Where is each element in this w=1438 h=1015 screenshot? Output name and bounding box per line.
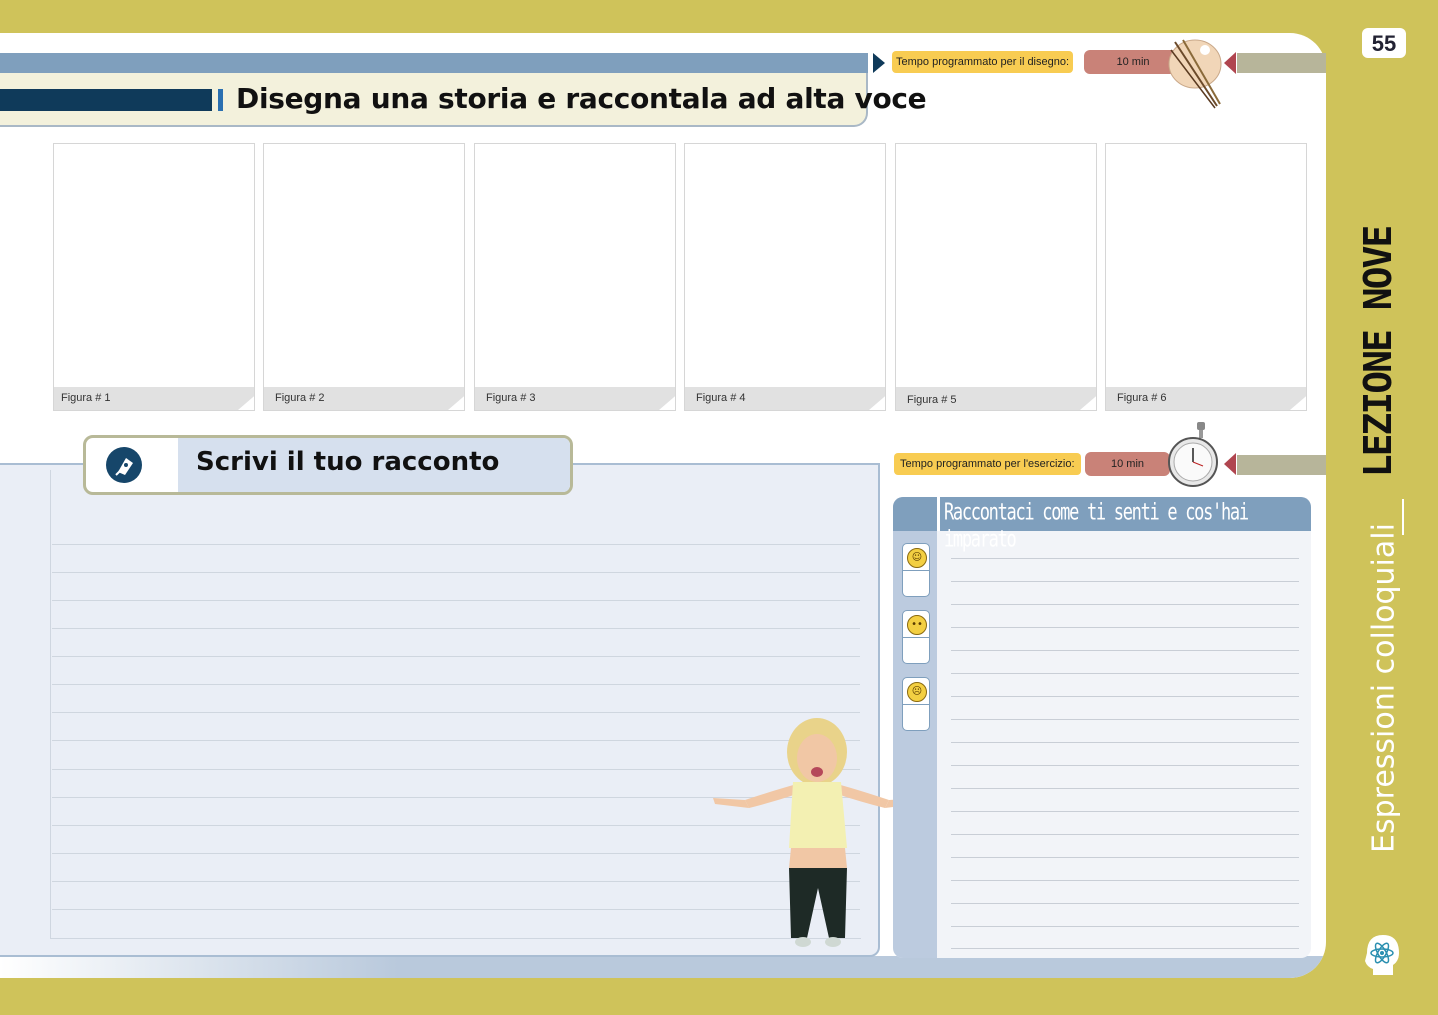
sidebar-divider	[1402, 499, 1404, 535]
arrow-left-icon	[1224, 453, 1236, 475]
figure-caption: Figura # 4	[685, 387, 885, 410]
story-section-header: Scrivi il tuo racconto	[83, 435, 573, 495]
figure-caption: Figura # 6	[1106, 387, 1306, 410]
happy-face-icon: ☺	[907, 548, 927, 568]
mood-checkbox-sad[interactable]: ☹	[902, 677, 930, 731]
header-band	[0, 53, 868, 73]
paintbrush-palette-icon	[1168, 39, 1222, 109]
feelings-title: Raccontaci come ti senti e cos'hai impar…	[944, 499, 1249, 553]
lesson-title: LEZIONE NOVE	[1356, 226, 1400, 478]
title-accent-bar	[0, 89, 212, 111]
exercise-timer-label: Tempo programmato per l'esercizio:	[894, 453, 1081, 475]
atom-head-icon	[1365, 935, 1399, 975]
figure-box-6[interactable]: Figura # 6	[1105, 143, 1307, 411]
timer-tail-bar	[1237, 455, 1326, 475]
pen-nib-icon	[106, 447, 142, 483]
stopwatch-icon	[1168, 422, 1218, 487]
feelings-panel: Raccontaci come ti senti e cos'hai impar…	[893, 497, 1311, 958]
page-title: Disegna una storia e raccontala ad alta …	[236, 82, 927, 115]
timer-tail-bar	[1237, 53, 1326, 73]
exercise-timer-value[interactable]: 10 min	[1085, 452, 1170, 476]
figure-caption: Figura # 3	[475, 387, 675, 410]
page-number: 55	[1362, 28, 1406, 58]
mood-checkbox-neutral[interactable]: ••	[902, 610, 930, 664]
sad-face-icon: ☹	[907, 682, 927, 702]
figure-caption: Figura # 5	[896, 387, 1096, 410]
story-section-title: Scrivi il tuo racconto	[196, 447, 500, 477]
drawing-timer-label: Tempo programmato per il disegno:	[892, 51, 1074, 73]
bottom-gradient	[0, 956, 1326, 978]
arrow-right-icon	[873, 53, 885, 73]
mood-checkbox-happy[interactable]: ☺	[902, 543, 930, 597]
title-accent-line	[218, 89, 223, 111]
figure-box-5[interactable]: Figura # 5	[895, 143, 1097, 411]
figure-box-3[interactable]: Figura # 3	[474, 143, 676, 411]
lesson-subtitle: Espressioni colloquiali	[1366, 523, 1402, 853]
feelings-header: Raccontaci come ti senti e cos'hai impar…	[893, 497, 1311, 553]
figure-box-4[interactable]: Figura # 4	[684, 143, 886, 411]
figure-box-1[interactable]: Figura # 1	[53, 143, 255, 411]
figure-caption: Figura # 2	[264, 387, 464, 410]
figure-box-2[interactable]: Figura # 2	[263, 143, 465, 411]
figure-caption: Figura # 1	[54, 387, 254, 410]
neutral-face-icon: ••	[907, 615, 927, 635]
